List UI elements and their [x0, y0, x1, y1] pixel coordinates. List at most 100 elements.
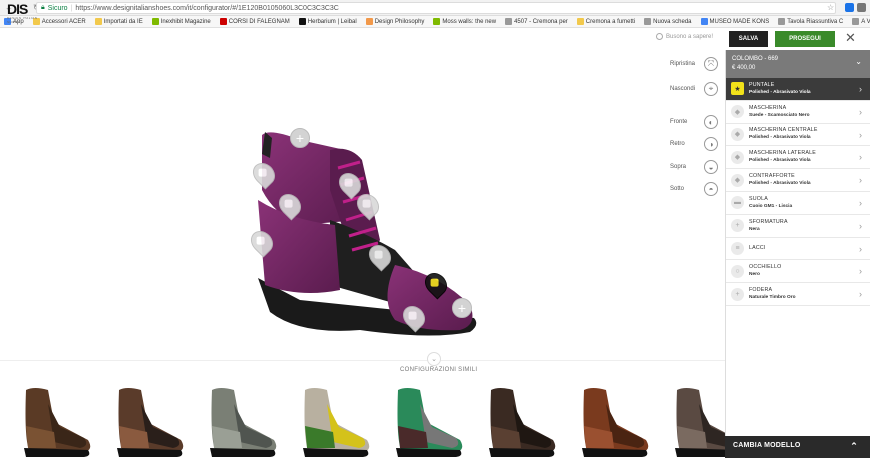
part-item-lacci[interactable]: ≡ Lacci › [726, 238, 870, 261]
bookmark-icon [219, 18, 227, 25]
bookmark-item[interactable]: A Verbania, per far [848, 18, 870, 25]
chevron-right-icon[interactable]: › [859, 175, 862, 185]
chevron-right-icon[interactable]: › [859, 130, 862, 140]
model-header[interactable]: COLOMBO - 669 € 400,00 ⌄ [726, 50, 870, 78]
part-name: Lacci [749, 244, 766, 251]
bookmark-item[interactable]: 4507 - Cremona per [501, 18, 573, 25]
view-label: Ripristina [670, 61, 696, 67]
chevron-right-icon[interactable]: › [859, 198, 862, 208]
menu-icon[interactable] [857, 3, 866, 12]
part-item-puntale[interactable]: ★ Puntale Polished - Abrasivato Viola › [726, 78, 870, 101]
bookmark-item[interactable]: Importati da IE [91, 18, 148, 25]
bookmark-item[interactable]: Tavola Riassuntiva C [774, 18, 848, 25]
bookmark-label: CORSI DI FALEGNAM [228, 18, 290, 25]
part-name: Mascherina [749, 104, 787, 111]
bookmark-star-icon[interactable]: ☆ [827, 3, 834, 12]
chevron-right-icon[interactable]: › [859, 266, 862, 276]
url-text[interactable]: https://www.designitalianshoes.com/it/co… [75, 5, 338, 12]
bookmark-item[interactable]: Cremona a fumetti [573, 18, 640, 25]
parts-panel: COLOMBO - 669 € 400,00 ⌄ ★ Puntale Polishe… [725, 50, 870, 458]
part-item-occhiello[interactable]: ○ Occhiello Nero › [726, 260, 870, 284]
bookmark-item[interactable]: Inexhibit Magazine [148, 18, 216, 25]
part-item-mascherina[interactable]: ◆ Mascherina Suede - Scamosciato Nero › [726, 101, 870, 124]
close-icon[interactable]: ✕ [845, 30, 856, 46]
chevron-down-icon[interactable]: ⌄ [427, 352, 441, 366]
part-icon: ◆ [731, 150, 744, 164]
logo-subtitle: DESIGN ITALIAN SHOES [7, 16, 38, 24]
bookmark-icon [576, 18, 584, 25]
view-label: Fronte [670, 119, 688, 125]
view-fronte[interactable]: Fronte ◐ [670, 115, 718, 129]
similar-config-thumbnail[interactable] [386, 382, 466, 458]
part-item-suola[interactable]: ▬ Suola Cuoio GM1 - Liscia › [726, 192, 870, 215]
newsletter-checkbox[interactable]: Busono a sapere! [656, 33, 713, 40]
chevron-right-icon[interactable]: › [859, 107, 862, 117]
add-part-button[interactable]: + [290, 128, 310, 148]
part-item-sformatura[interactable]: + Sformatura Nera › [726, 215, 870, 238]
save-button[interactable]: SALVA [729, 31, 768, 47]
part-value: Suede - Scamosciato Nero [749, 112, 810, 118]
bookmark-item[interactable]: CORSI DI FALEGNAM [216, 18, 295, 25]
part-icon: ▬ [731, 196, 744, 210]
part-icon: ◆ [731, 127, 744, 141]
chevron-down-icon[interactable]: ⌄ [855, 57, 862, 66]
bookmark-label: Inexhibit Magazine [160, 18, 211, 25]
shoe-front-icon[interactable]: ◐ [704, 115, 718, 129]
chevron-up-icon[interactable]: ⌃ [850, 441, 858, 452]
bookmark-icon [644, 18, 652, 25]
similar-configs-label: CONFIGURAZIONI SIMILI [400, 367, 478, 373]
similar-configs-carousel [14, 382, 742, 458]
bookmark-label: Herbarium | Leibal [307, 18, 357, 25]
pin-icon[interactable]: ⌖ [704, 82, 718, 96]
part-name: Puntale [749, 81, 775, 88]
part-item-mascherina-laterale[interactable]: ◆ Mascherina laterale Polished - Abrasivat… [726, 146, 870, 170]
chevron-right-icon[interactable]: › [859, 244, 862, 254]
similar-config-thumbnail[interactable] [572, 382, 652, 458]
view-sotto[interactable]: Sotto ◓ [670, 182, 718, 196]
shoe-back-icon[interactable]: ◑ [704, 137, 718, 151]
checkbox-label: Busono a sapere! [666, 33, 714, 40]
bookmark-label: Accessori ACER [41, 18, 86, 25]
part-item-fodera[interactable]: + Fodera Naturale Timbro Oro › [726, 283, 870, 306]
part-item-contrafforte[interactable]: ◆ Contrafforte Polished - Abrasivato Viola… [726, 169, 870, 192]
similar-config-thumbnail[interactable] [479, 382, 559, 458]
arrows-icon[interactable]: ⤧ [704, 57, 718, 71]
part-text: Fodera Naturale Timbro Oro [749, 287, 796, 301]
bookmark-item[interactable]: Herbarium | Leibal [295, 18, 362, 25]
bookmark-label: A Verbania, per far [861, 18, 870, 25]
bookmark-icon [433, 18, 441, 25]
extension-icon[interactable] [845, 3, 854, 12]
chevron-right-icon[interactable]: › [859, 84, 862, 94]
part-text: Mascherina laterale Polished - Abrasivato… [749, 150, 816, 164]
view-sopra[interactable]: Sopra ◒ [670, 160, 718, 174]
part-name: Occhiello [749, 264, 782, 271]
checkbox-icon[interactable] [656, 33, 663, 40]
view-label: Retro [670, 141, 685, 147]
similar-config-thumbnail[interactable] [293, 382, 373, 458]
proceed-button[interactable]: PROSEGUI [775, 31, 835, 47]
chevron-right-icon[interactable]: › [859, 152, 862, 162]
similar-config-thumbnail[interactable] [107, 382, 187, 458]
shoe-top-icon[interactable]: ◒ [704, 160, 718, 174]
chevron-right-icon[interactable]: › [859, 221, 862, 231]
part-item-mascherina-centrale[interactable]: ◆ Mascherina centrale Polished - Abrasivat… [726, 124, 870, 147]
part-text: Suola Cuoio GM1 - Liscia [749, 196, 792, 210]
bookmark-item[interactable]: Design Philosophy [362, 18, 430, 25]
bookmark-label: Cremona a fumetti [585, 18, 636, 25]
part-icon: ≡ [731, 241, 744, 255]
change-model-bar[interactable]: CAMBIA MODELLO ⌃ [725, 436, 870, 458]
shoe-sole-icon[interactable]: ◓ [704, 182, 718, 196]
similar-config-thumbnail[interactable] [14, 382, 94, 458]
brand-logo[interactable]: DIS DESIGN ITALIAN SHOES [7, 2, 39, 24]
address-bar[interactable]: 🔒︎ Sicuro | https://www.designitaliansho… [36, 2, 836, 14]
add-part-button-2[interactable]: + [452, 298, 472, 318]
section-divider [0, 360, 725, 361]
chevron-right-icon[interactable]: › [859, 289, 862, 299]
similar-config-thumbnail[interactable] [200, 382, 280, 458]
view-retro[interactable]: Retro ◑ [670, 137, 718, 151]
bookmark-item[interactable]: Moss walls: the new [429, 18, 501, 25]
bookmark-item[interactable]: Nuova scheda [640, 18, 696, 25]
view-ripristina[interactable]: Ripristina ⤧ [670, 57, 718, 71]
bookmark-item[interactable]: MUSEO MADE KONS [697, 18, 775, 25]
view-nascondi[interactable]: Nascondi ⌖ [670, 82, 718, 96]
